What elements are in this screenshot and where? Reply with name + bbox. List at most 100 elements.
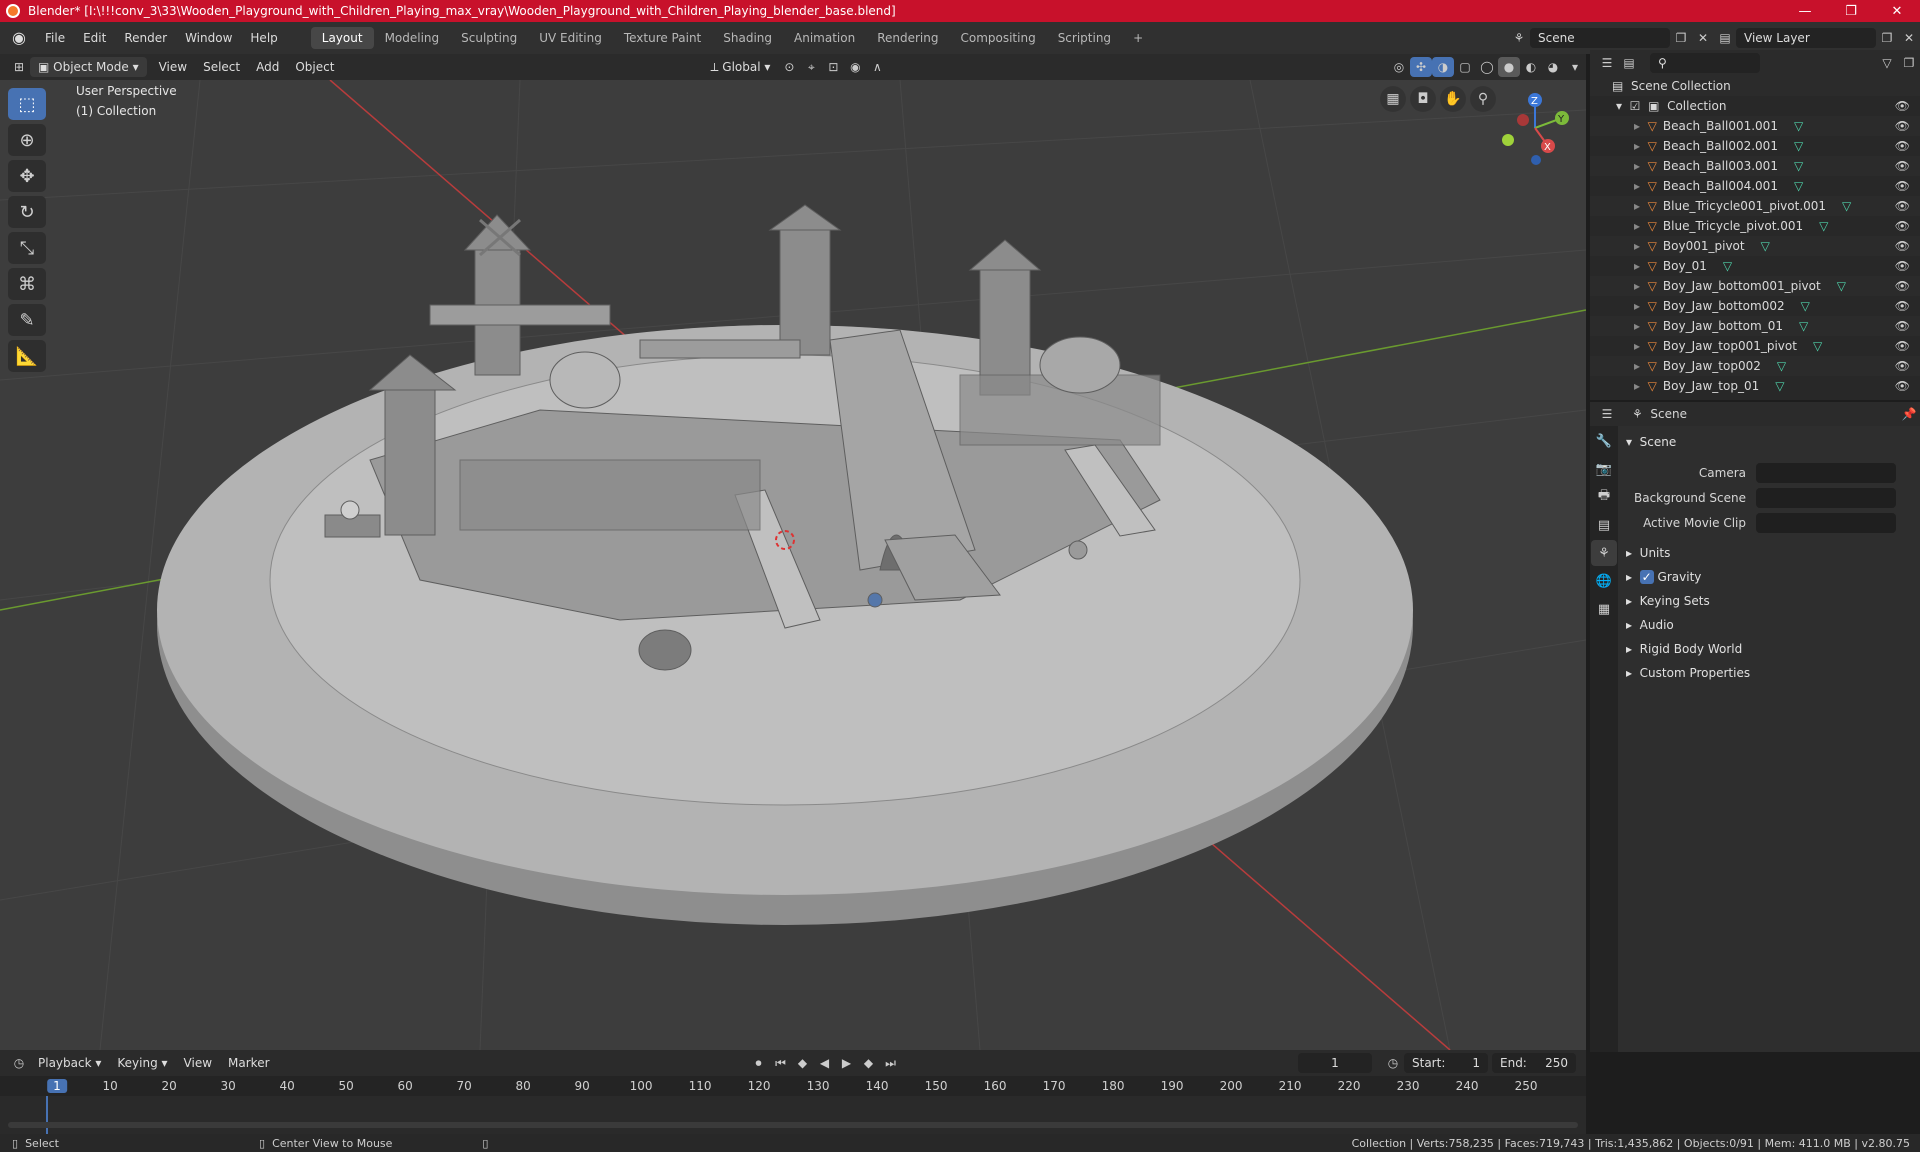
jump-start-icon[interactable]: ⏮ (770, 1053, 792, 1073)
material-shading-icon[interactable]: ◐ (1520, 57, 1542, 77)
render-tab-icon[interactable]: 📷 (1591, 456, 1617, 482)
expand-chevron-icon[interactable]: ▸ (1634, 239, 1640, 253)
navigation-gizmo[interactable]: Z Y X (1490, 88, 1580, 168)
tab-scripting[interactable]: Scripting (1047, 27, 1122, 49)
delete-scene-icon[interactable]: ✕ (1692, 28, 1714, 48)
grid-view-icon[interactable]: ▦ (1380, 86, 1406, 112)
eye-icon[interactable]: 👁 (1895, 316, 1910, 336)
expand-chevron-icon[interactable]: ▸ (1634, 139, 1640, 153)
eye-icon[interactable]: 👁 (1895, 256, 1910, 276)
menu-edit[interactable]: Edit (74, 27, 115, 49)
expand-chevron-icon[interactable]: ▸ (1634, 359, 1640, 373)
blender-menu-icon[interactable]: ◉ (10, 29, 28, 47)
outliner-item[interactable]: ▸ ▽ Beach_Ball001.001 ▽ 👁 (1590, 116, 1920, 136)
scene-field[interactable]: Scene (1530, 28, 1670, 48)
properties-editor-type-icon[interactable]: ☰ (1596, 404, 1618, 424)
units-panel-header[interactable]: ▸ Units (1618, 541, 1920, 565)
gizmo-toggle-icon[interactable]: ✣ (1410, 57, 1432, 77)
expand-chevron-icon[interactable]: ▸ (1634, 259, 1640, 273)
texture-tab-icon[interactable]: ▦ (1591, 596, 1617, 622)
timeline-scrollbar[interactable] (8, 1122, 1578, 1128)
outliner-item[interactable]: ▸ ▽ Boy_Jaw_bottom002 ▽ 👁 (1590, 296, 1920, 316)
tab-uv-editing[interactable]: UV Editing (528, 27, 613, 49)
view-layer-browse-icon[interactable]: ▤ (1714, 28, 1736, 48)
annotate-tool-icon[interactable]: ✎ (8, 304, 46, 336)
outliner-item[interactable]: ▸ ▽ Blue_Tricycle001_pivot.001 ▽ 👁 (1590, 196, 1920, 216)
collection-row[interactable]: ▾ ☑ ▣ Collection 👁 (1590, 96, 1920, 116)
menu-select[interactable]: Select (195, 57, 248, 77)
eye-icon[interactable]: 👁 (1895, 136, 1910, 156)
solid-shading-icon[interactable]: ● (1498, 57, 1520, 77)
delete-view-layer-icon[interactable]: ✕ (1898, 28, 1920, 48)
rendered-shading-icon[interactable]: ◕ (1542, 57, 1564, 77)
scale-tool-icon[interactable]: ⤡ (8, 232, 46, 264)
gravity-panel-header[interactable]: ▸ ✓ Gravity (1618, 565, 1920, 589)
eye-icon[interactable]: 👁 (1895, 356, 1910, 376)
maximize-button[interactable]: ❐ (1828, 0, 1874, 22)
filter-icon[interactable]: ▽ (1876, 53, 1898, 73)
eye-icon[interactable]: 👁 (1895, 216, 1910, 236)
eye-icon[interactable]: 👁 (1895, 156, 1910, 176)
menu-help[interactable]: Help (241, 27, 286, 49)
transform-tool-icon[interactable]: ⌘ (8, 268, 46, 300)
gravity-checkbox[interactable]: ✓ (1639, 570, 1654, 584)
expand-chevron-icon[interactable]: ▸ (1634, 319, 1640, 333)
outliner-item[interactable]: ▸ ▽ Boy_Jaw_top_01 ▽ 👁 (1590, 376, 1920, 396)
outliner-item[interactable]: ▸ ▽ Boy_Jaw_top001_pivot ▽ 👁 (1590, 336, 1920, 356)
tool-tab-icon[interactable]: 🔧 (1591, 428, 1617, 454)
view-layer-field[interactable]: View Layer (1736, 28, 1876, 48)
audio-panel-header[interactable]: ▸ Audio (1618, 613, 1920, 637)
eye-icon[interactable]: 👁 (1895, 116, 1910, 136)
play-reverse-icon[interactable]: ◀ (814, 1053, 836, 1073)
xray-icon[interactable]: ▢ (1454, 57, 1476, 77)
menu-marker[interactable]: Marker (220, 1053, 277, 1073)
scene-collection-row[interactable]: ▤ Scene Collection (1590, 76, 1920, 96)
end-frame-field[interactable]: End: 250 (1492, 1053, 1576, 1073)
active-movie-clip-field[interactable] (1756, 512, 1896, 533)
outliner-item[interactable]: ▸ ▽ Beach_Ball003.001 ▽ 👁 (1590, 156, 1920, 176)
tab-texture-paint[interactable]: Texture Paint (613, 27, 712, 49)
orientation-dropdown[interactable]: ⟂ Global ▾ (702, 57, 778, 77)
outliner-item[interactable]: ▸ ▽ Beach_Ball002.001 ▽ 👁 (1590, 136, 1920, 156)
rotate-tool-icon[interactable]: ↻ (8, 196, 46, 228)
menu-file[interactable]: File (36, 27, 74, 49)
falloff-icon[interactable]: ∧ (866, 57, 888, 77)
eye-icon[interactable]: 👁 (1895, 276, 1910, 296)
playhead[interactable] (46, 1096, 48, 1134)
pin-icon[interactable]: 📌 (1898, 404, 1920, 424)
custom-properties-panel-header[interactable]: ▸ Custom Properties (1618, 661, 1920, 685)
expand-chevron-icon[interactable]: ▸ (1634, 379, 1640, 393)
new-collection-icon[interactable]: ❐ (1898, 53, 1920, 73)
new-view-layer-icon[interactable]: ❐ (1876, 28, 1898, 48)
tab-rendering[interactable]: Rendering (866, 27, 949, 49)
eye-icon[interactable]: 👁 (1895, 236, 1910, 256)
prev-keyframe-icon[interactable]: ◆ (792, 1053, 814, 1073)
start-frame-field[interactable]: Start: 1 (1404, 1053, 1488, 1073)
timeline-editor-type-icon[interactable]: ◷ (8, 1053, 30, 1073)
scene-tab-icon[interactable]: ⚘ (1591, 540, 1617, 566)
measure-tool-icon[interactable]: 📐 (8, 340, 46, 372)
overlay-toggle-icon[interactable]: ◑ (1432, 57, 1454, 77)
outliner-item[interactable]: ▸ ▽ Boy_Jaw_top002 ▽ 👁 (1590, 356, 1920, 376)
expand-chevron-icon[interactable]: ▸ (1634, 219, 1640, 233)
outliner-item[interactable]: ▸ ▽ Boy_01 ▽ 👁 (1590, 256, 1920, 276)
add-workspace-button[interactable]: + (1122, 27, 1154, 49)
expand-chevron-icon[interactable]: ▾ (1616, 99, 1622, 113)
expand-chevron-icon[interactable]: ▸ (1634, 279, 1640, 293)
outliner-item[interactable]: ▸ ▽ Boy_Jaw_bottom001_pivot ▽ 👁 (1590, 276, 1920, 296)
mode-dropdown[interactable]: ▣ Object Mode ▾ (30, 57, 147, 77)
tab-layout[interactable]: Layout (310, 27, 374, 49)
expand-chevron-icon[interactable]: ▸ (1634, 179, 1640, 193)
play-icon[interactable]: ▶ (836, 1053, 858, 1073)
menu-object[interactable]: Object (287, 57, 342, 77)
outliner-item[interactable]: ▸ ▽ Beach_Ball004.001 ▽ 👁 (1590, 176, 1920, 196)
record-icon[interactable]: ⏺ (748, 1053, 770, 1073)
eye-icon[interactable]: 👁 (1895, 296, 1910, 316)
close-button[interactable]: ✕ (1874, 0, 1920, 22)
menu-add[interactable]: Add (248, 57, 287, 77)
visibility-icon[interactable]: ◎ (1388, 57, 1410, 77)
outliner-search-input[interactable]: ⚲ (1650, 53, 1760, 73)
eye-icon[interactable]: 👁 (1895, 336, 1910, 356)
tab-sculpting[interactable]: Sculpting (450, 27, 528, 49)
expand-chevron-icon[interactable]: ▸ (1634, 339, 1640, 353)
